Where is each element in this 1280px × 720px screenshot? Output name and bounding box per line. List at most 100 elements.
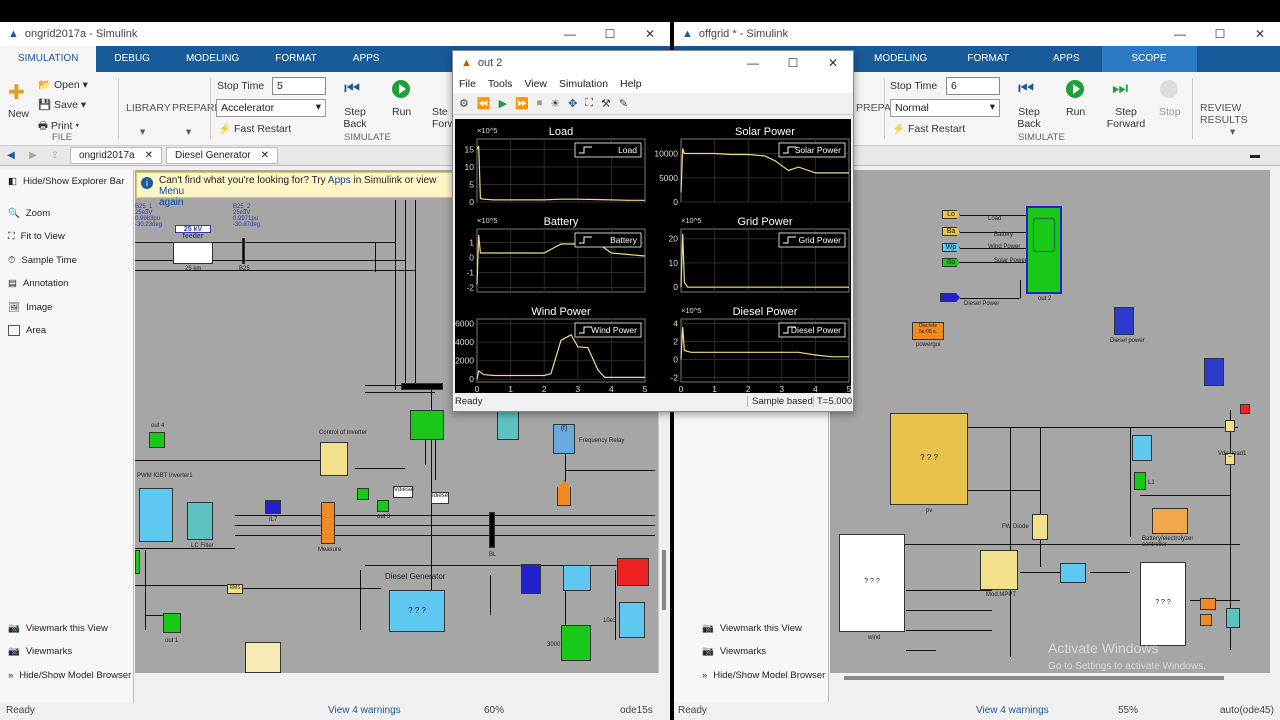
library-button[interactable]: LIBRARY: [126, 102, 171, 114]
run-button[interactable]: Run: [392, 106, 411, 118]
red-fault-block[interactable]: [617, 558, 649, 586]
stop-time-input[interactable]: 5: [272, 77, 326, 95]
orange-goto[interactable]: [1200, 598, 1216, 610]
zoom-button[interactable]: 🔍 Zoom: [8, 208, 50, 219]
wind-subsystem[interactable]: ? ? ?: [839, 534, 905, 632]
grip-icon[interactable]: ▬: [1250, 150, 1260, 161]
lc-filter-block[interactable]: [187, 502, 213, 540]
apps-link[interactable]: Apps: [328, 175, 351, 186]
fit-to-view-button[interactable]: ⛶ Fit to View: [8, 231, 65, 242]
vdiesel-goto[interactable]: Vdiesel: [393, 486, 414, 498]
out3-scope[interactable]: [377, 500, 389, 512]
model-browser-button[interactable]: » Hide/Show Model Browser: [702, 670, 825, 681]
chevron-down-icon[interactable]: ▾: [140, 126, 145, 138]
prepare-button[interactable]: PREPARE: [172, 102, 221, 114]
again-link[interactable]: again: [159, 197, 183, 208]
right-vertical-scrollbar[interactable]: [1270, 170, 1280, 673]
tab-apps[interactable]: APPS: [335, 46, 398, 72]
menu-tools[interactable]: Tools: [488, 78, 513, 90]
step-back-icon[interactable]: ⏪: [477, 97, 491, 110]
stop-time-input[interactable]: 6: [946, 77, 1000, 95]
close-icon[interactable]: ✕: [813, 56, 853, 70]
run-button[interactable]: Run: [1066, 106, 1085, 118]
forward-arrow-icon[interactable]: ▶: [22, 150, 44, 161]
battery-controller-block[interactable]: [1152, 508, 1188, 534]
pv-subsystem[interactable]: ? ? ?: [890, 413, 968, 505]
frequency-relay-block[interactable]: (f): [553, 424, 575, 454]
cursor-icon[interactable]: ✥: [568, 97, 577, 110]
model-tab-ongrid[interactable]: ongrid2017a ✕: [70, 147, 162, 164]
menu-simulation[interactable]: Simulation: [559, 78, 608, 90]
properties-icon[interactable]: ⚒: [601, 97, 611, 110]
minimize-icon[interactable]: —: [733, 56, 773, 70]
battery-from-block[interactable]: Ba: [942, 227, 960, 236]
tab-scope[interactable]: SCOPE: [1101, 46, 1197, 72]
scope-block[interactable]: [357, 488, 369, 500]
step-back-button[interactable]: Step Back: [1014, 106, 1044, 130]
cyan-block[interactable]: [497, 410, 519, 440]
orange-small-goto[interactable]: [1200, 614, 1212, 626]
tab-modeling[interactable]: MODELING: [168, 46, 257, 72]
b25-bus[interactable]: [242, 238, 245, 264]
diesel-power-subsystem[interactable]: [1114, 307, 1134, 335]
l1-inductor[interactable]: [1134, 472, 1146, 490]
step-forward-button[interactable]: Step Forward: [1106, 106, 1146, 130]
minimize-icon[interactable]: —: [550, 27, 590, 41]
right-model-canvas[interactable]: Lo Load Ba Battery Wp Wind Power So Sola…: [830, 170, 1270, 673]
tab-apps[interactable]: APPS: [1031, 46, 1102, 72]
cyan-block[interactable]: [1226, 608, 1240, 628]
zoom-extents-icon[interactable]: ⛶: [585, 97, 593, 110]
fast-restart-button[interactable]: ⚡ Fast Restart: [892, 122, 965, 135]
right-horizontal-scrollbar[interactable]: [830, 673, 1270, 683]
step-back-button[interactable]: Step Back: [340, 106, 370, 130]
out2-scope-block[interactable]: [1026, 206, 1062, 294]
highlight-icon[interactable]: ☀: [550, 97, 560, 110]
yellow-small-block[interactable]: [1225, 420, 1235, 432]
viewmarks-button[interactable]: 📷 Viewmarks: [702, 646, 766, 657]
warnings-link[interactable]: View 4 warnings: [976, 705, 1049, 716]
out4-scope[interactable]: [149, 432, 165, 448]
tab-modeling[interactable]: MODELING: [856, 46, 945, 72]
idiesel-goto[interactable]: Idiesel: [431, 492, 449, 504]
measure-block[interactable]: [321, 502, 335, 544]
warnings-link[interactable]: View 4 warnings: [328, 705, 401, 716]
sim-mode-select[interactable]: Normal: [890, 99, 1000, 117]
run-icon[interactable]: ▶: [499, 97, 507, 110]
maximize-icon[interactable]: ☐: [773, 56, 813, 70]
diesel-generator-block[interactable]: ? ? ?: [389, 590, 445, 632]
close-icon[interactable]: ✕: [261, 150, 269, 161]
load-10e3-block[interactable]: [619, 602, 645, 638]
tab-format[interactable]: FORMAT: [945, 46, 1030, 72]
viewmark-this-button[interactable]: 📷 Viewmark this View: [702, 623, 802, 634]
minimize-icon[interactable]: —: [1160, 27, 1200, 41]
blue-block[interactable]: [521, 564, 541, 594]
mppt-block[interactable]: [980, 550, 1018, 590]
stop-icon[interactable]: [1160, 80, 1178, 98]
green-edge-block[interactable]: [135, 550, 140, 574]
menu-view[interactable]: View: [524, 78, 547, 90]
stop-icon[interactable]: ⏹: [537, 97, 543, 110]
area-button[interactable]: Area: [8, 325, 46, 336]
menu-link[interactable]: Menu: [159, 186, 184, 197]
step-back-icon[interactable]: ⏮: [1018, 78, 1034, 99]
gear-icon[interactable]: ⚙: [459, 97, 469, 110]
step-forward-button[interactable]: Ste Forw: [432, 106, 454, 130]
tab-format[interactable]: FORMAT: [257, 46, 334, 72]
fw-diode-block[interactable]: [1032, 514, 1048, 540]
out1-scope[interactable]: [163, 613, 181, 633]
orange-output-block[interactable]: [557, 480, 571, 506]
image-button[interactable]: 🖼 Image: [8, 302, 52, 313]
review-results-button[interactable]: REVIEW RESULTS: [1200, 102, 1280, 126]
open-button[interactable]: 📂 Open ▾: [38, 78, 88, 91]
powergui-block[interactable]: Discrete 5e-05 s.: [912, 322, 944, 340]
model-tab-diesel[interactable]: Diesel Generator ✕: [166, 147, 278, 164]
chevron-down-icon[interactable]: ▾: [1230, 126, 1235, 138]
pwm-inverter-block[interactable]: [139, 488, 173, 542]
step-forward-icon[interactable]: ⏭: [1112, 78, 1128, 99]
sim-mode-select[interactable]: Accelerator: [216, 99, 326, 117]
diesel-from-block[interactable]: [940, 293, 960, 302]
menu-file[interactable]: File: [459, 78, 476, 90]
load-3000-block[interactable]: [561, 625, 591, 661]
blue-subsystem[interactable]: [1204, 358, 1224, 386]
load-from-block[interactable]: Lo: [942, 210, 960, 219]
